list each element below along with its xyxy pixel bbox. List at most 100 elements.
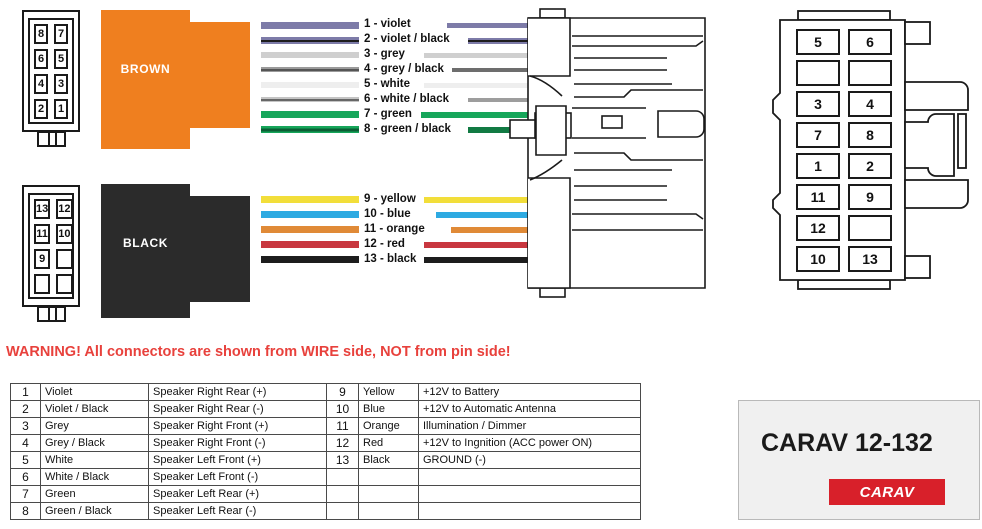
wire-label: 10 - blue	[364, 208, 411, 220]
cell-function: GROUND (-)	[418, 451, 641, 469]
cell-color: Violet	[40, 383, 149, 401]
black-housing-foot	[101, 302, 190, 318]
cell-color: Orange	[358, 417, 419, 435]
carav-product-badge: CARAV 12-132 CARAV	[738, 400, 980, 520]
wire-segment-left	[261, 22, 359, 29]
black-housing-neck	[190, 196, 250, 302]
cell-color: Blue	[358, 400, 419, 418]
cell-color: White	[40, 451, 149, 469]
wire-segment-left	[261, 126, 359, 133]
oem-head-unit-connector: 5 6 3 4 7 8 1 2 11 9 12 10 13	[770, 10, 982, 310]
wire-label: 11 - orange	[364, 223, 425, 235]
connector-latch-tab	[37, 131, 66, 147]
brown-housing-label: BROWN	[120, 62, 171, 76]
pinout-table-right: 9 Yellow +12V to Battery 10 Blue +12V to…	[326, 383, 641, 520]
pin-cell: 7	[796, 122, 840, 148]
pin-cell: 6	[848, 29, 892, 55]
table-row: 7 Green Speaker Left Rear (+)	[10, 485, 327, 503]
brown-housing-foot	[101, 128, 190, 149]
cell-color: White / Black	[40, 468, 149, 486]
cell-function: +12V to Ingnition (ACC power ON)	[418, 434, 641, 452]
pin-cell-empty	[848, 60, 892, 86]
wire-segment-left	[261, 111, 359, 118]
brown-housing-neck	[190, 22, 250, 128]
wire-label: 8 - green / black	[364, 123, 451, 135]
wire-label: 5 - white	[364, 78, 411, 90]
cell-color	[358, 468, 419, 486]
brown-iso-connector: 8 7 6 5 4 3 2 1	[14, 10, 94, 155]
wire-segment-left	[261, 67, 359, 72]
wire-black-stripe	[261, 98, 359, 101]
cell-pin: 13	[326, 451, 359, 469]
pin-cell: 5	[796, 29, 840, 55]
wire-segment-left	[261, 52, 359, 58]
cell-pin	[326, 502, 359, 520]
cell-function: Speaker Right Rear (-)	[148, 400, 327, 418]
cell-pin: 2	[10, 400, 41, 418]
cell-pin: 8	[10, 502, 41, 520]
wire-segment-left	[261, 241, 359, 248]
cell-function: Speaker Left Front (-)	[148, 468, 327, 486]
wire-label: 4 - grey / black	[364, 63, 444, 75]
wire-label: 3 - grey	[364, 48, 405, 60]
wire-label: 13 - black	[364, 253, 417, 265]
pin-cell: 8	[34, 24, 48, 44]
pin-cell: 10	[56, 224, 73, 244]
table-row	[326, 468, 641, 486]
table-row: 6 White / Black Speaker Left Front (-)	[10, 468, 327, 486]
cell-function	[418, 468, 641, 486]
wire-label: 7 - green	[364, 108, 412, 120]
table-row: 10 Blue +12V to Automatic Antenna	[326, 400, 641, 418]
connector-latch-tab	[37, 306, 66, 322]
table-row: 4 Grey / Black Speaker Right Front (-)	[10, 434, 327, 452]
pin-cell: 10	[796, 246, 840, 272]
pin-cell: 8	[848, 122, 892, 148]
pin-cell: 3	[54, 74, 68, 94]
cell-function: Speaker Left Front (+)	[148, 451, 327, 469]
cell-pin: 5	[10, 451, 41, 469]
table-row: 1 Violet Speaker Right Rear (+)	[10, 383, 327, 401]
table-row	[326, 502, 641, 520]
cell-pin: 4	[10, 434, 41, 452]
cell-function: Illumination / Dimmer	[418, 417, 641, 435]
table-row	[326, 485, 641, 503]
cell-color: Grey	[40, 417, 149, 435]
warning-text: WARNING! All connectors are shown from W…	[6, 344, 511, 360]
cell-function: Speaker Right Front (-)	[148, 434, 327, 452]
pin-cell: 5	[54, 49, 68, 69]
wire-black-stripe	[261, 68, 359, 71]
cell-color: Yellow	[358, 383, 419, 401]
cell-color: Red	[358, 434, 419, 452]
cell-function: +12V to Battery	[418, 383, 641, 401]
wire-label: 6 - white / black	[364, 93, 449, 105]
cell-color: Grey / Black	[40, 434, 149, 452]
pin-cell: 12	[56, 199, 73, 219]
cell-color: Violet / Black	[40, 400, 149, 418]
cell-pin: 9	[326, 383, 359, 401]
wire-black-stripe	[261, 39, 359, 42]
pin-cell: 9	[34, 249, 51, 269]
table-body: 1 Violet Speaker Right Rear (+) 2 Violet…	[10, 383, 327, 520]
cell-color: Green / Black	[40, 502, 149, 520]
wire-label: 12 - red	[364, 238, 405, 250]
pinout-table-left: 1 Violet Speaker Right Rear (+) 2 Violet…	[10, 383, 327, 520]
pin-grid: 8 7 6 5 4 3 2 1	[34, 24, 68, 119]
oem-connector-svg	[509, 8, 706, 298]
pin-cell-empty	[796, 60, 840, 86]
table-row: 2 Violet / Black Speaker Right Rear (-)	[10, 400, 327, 418]
cell-pin: 3	[10, 417, 41, 435]
latch-slot	[48, 308, 57, 320]
wire-segment-left	[261, 82, 359, 88]
cell-function: Speaker Right Front (+)	[148, 417, 327, 435]
cell-function: Speaker Left Rear (-)	[148, 502, 327, 520]
pin-cell-empty	[34, 274, 51, 294]
pin-cell: 2	[34, 99, 48, 119]
cell-color: Black	[358, 451, 419, 469]
wire-label: 2 - violet / black	[364, 33, 450, 45]
pin-grid: 13 12 11 10 9	[34, 199, 73, 294]
pin-cell: 11	[796, 184, 840, 210]
wire-segment-left	[261, 97, 359, 102]
cell-pin: 1	[10, 383, 41, 401]
table-body: 9 Yellow +12V to Battery 10 Blue +12V to…	[326, 383, 641, 520]
pin-cell-empty	[56, 249, 73, 269]
